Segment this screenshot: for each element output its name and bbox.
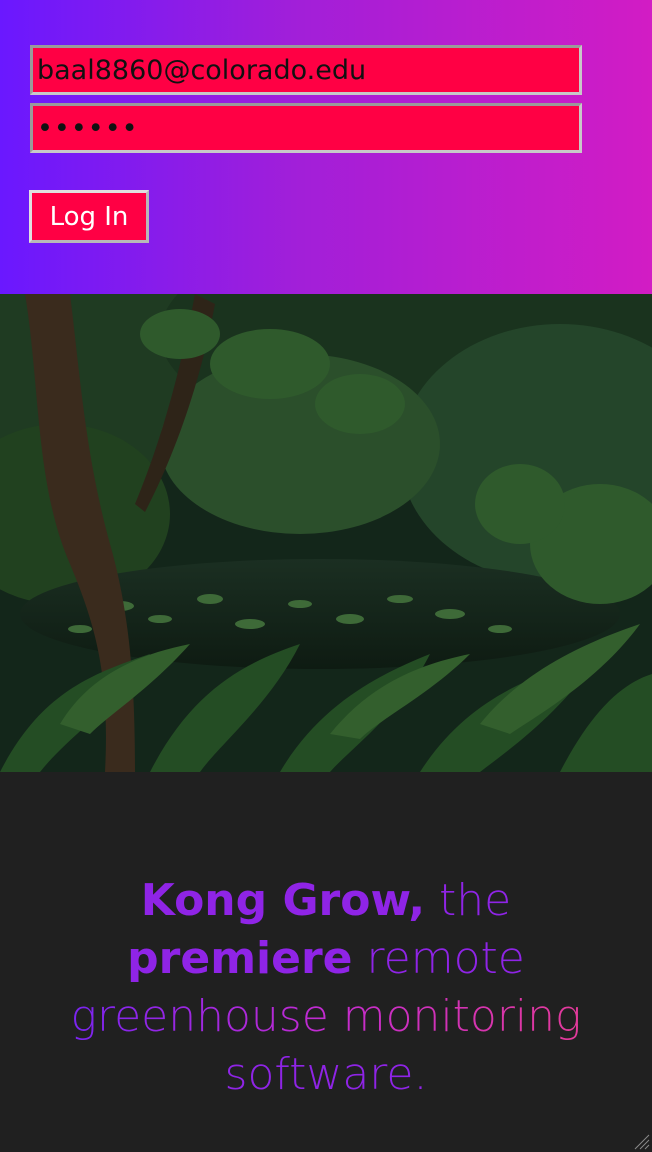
- tagline-text-2: remote: [352, 933, 525, 984]
- tagline-text-3: greenhouse monitoring: [70, 991, 582, 1042]
- resize-grip-icon[interactable]: [632, 1132, 650, 1150]
- tagline: Kong Grow, the premiere remote greenhous…: [20, 872, 632, 1104]
- tagline-text-1: the: [425, 875, 512, 926]
- email-field[interactable]: [30, 45, 582, 95]
- tagline-text-4: software.: [224, 1049, 428, 1100]
- login-header: Log In: [0, 0, 652, 294]
- rainforest-illustration: [0, 294, 652, 772]
- password-field[interactable]: [30, 103, 582, 153]
- tagline-emphasis: premiere: [127, 933, 353, 984]
- login-button[interactable]: Log In: [29, 190, 149, 243]
- hero-image: [0, 294, 652, 772]
- tagline-brand: Kong Grow,: [140, 875, 426, 926]
